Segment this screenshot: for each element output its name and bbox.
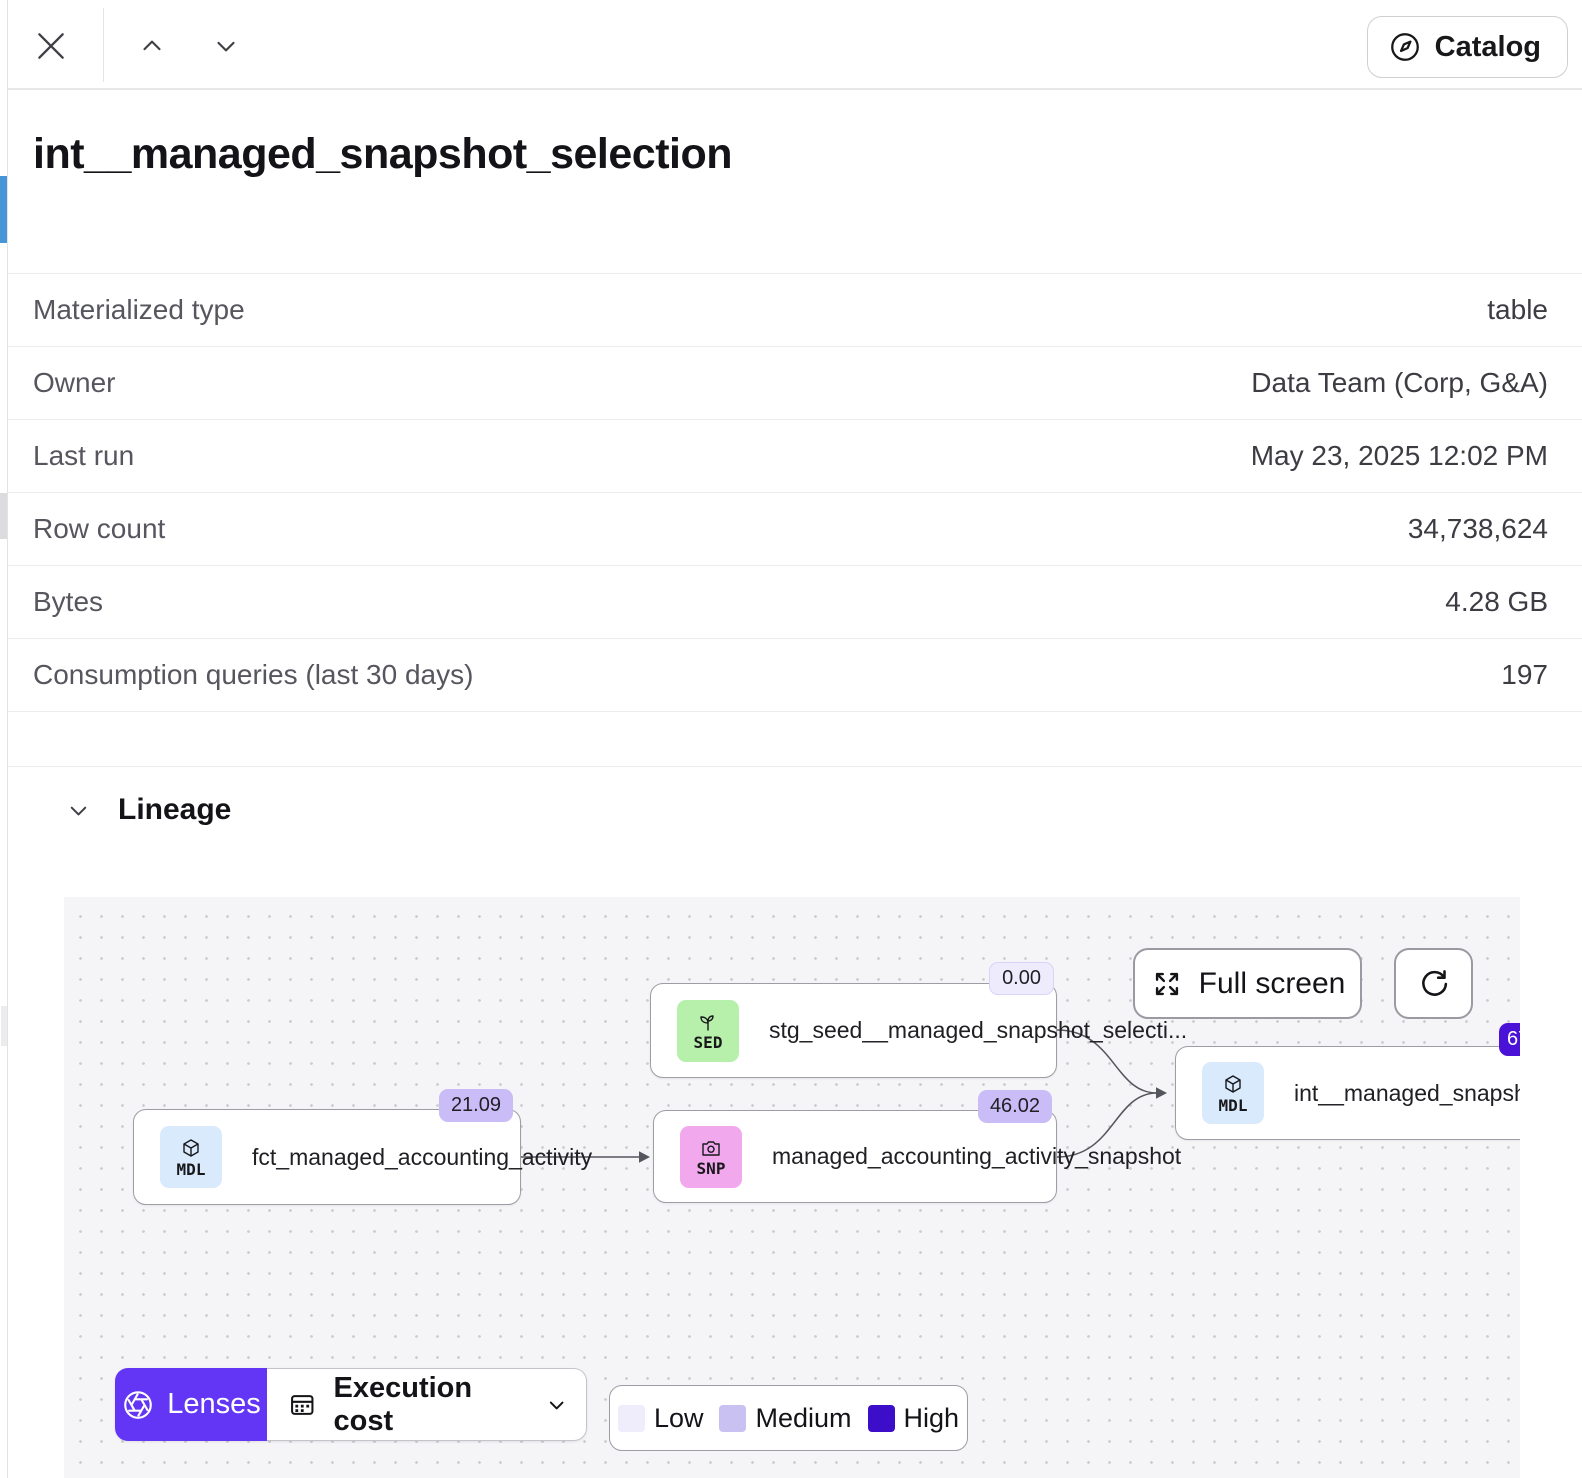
execution-cost-badge: 46.02 (978, 1090, 1052, 1123)
collapse-chevron-icon (65, 797, 92, 824)
metadata-row: Materialized type table (8, 274, 1582, 347)
lenses-button[interactable]: Lenses (115, 1368, 267, 1441)
underlay-gray-bar (1, 1006, 7, 1046)
metadata-row: Bytes 4.28 GB (8, 566, 1582, 639)
metadata-row: Row count 34,738,624 (8, 493, 1582, 566)
metadata-value: Data Team (Corp, G&A) (1251, 367, 1548, 399)
snapshot-type-chip: SNP (680, 1126, 742, 1188)
model-type-chip: MDL (1202, 1062, 1264, 1124)
legend-swatch-medium (719, 1405, 746, 1432)
previous-item-button[interactable] (130, 26, 174, 66)
execution-cost-badge: 0.00 (989, 962, 1054, 995)
execution-cost-badge: 67 (1499, 1023, 1520, 1056)
cost-legend: Low Medium High (609, 1385, 968, 1451)
metadata-label: Last run (33, 440, 134, 472)
title-section: int__managed_snapshot_selection (8, 90, 1582, 273)
metadata-value: 4.28 GB (1445, 586, 1548, 618)
lineage-node-managed-accounting-activity-snapshot[interactable]: 46.02 SNP managed_accounting_activity_sn… (653, 1110, 1057, 1203)
metadata-value: 34,738,624 (1408, 513, 1548, 545)
legend-label: Medium (755, 1403, 851, 1434)
fullscreen-button[interactable]: Full screen (1133, 948, 1362, 1019)
legend-swatch-high (868, 1405, 895, 1432)
metadata-value: May 23, 2025 12:02 PM (1251, 440, 1548, 472)
legend-item-low: Low (618, 1403, 704, 1434)
node-type-label: MDL (177, 1162, 206, 1178)
seed-type-chip: SED (677, 1000, 739, 1062)
node-label: int__managed_snapshot_selection (1294, 1080, 1520, 1107)
sprout-icon (696, 1010, 720, 1034)
chevron-down-icon (545, 1392, 568, 1418)
page-title: int__managed_snapshot_selection (33, 130, 1557, 179)
underlay-gray-bar (0, 493, 7, 539)
catalog-button-label: Catalog (1435, 31, 1541, 64)
lens-selected-label: Execution cost (334, 1372, 519, 1438)
lineage-section-title: Lineage (118, 793, 231, 827)
lineage-node-stg-seed-managed-snapshot-selection[interactable]: 0.00 SED stg_seed__managed_snapshot_sele… (650, 983, 1057, 1078)
metadata-label: Row count (33, 513, 165, 545)
metadata-value: 197 (1501, 659, 1548, 691)
model-type-chip: MDL (160, 1126, 222, 1188)
table-grid-icon (287, 1388, 318, 1422)
close-icon (31, 26, 71, 66)
node-type-label: MDL (1219, 1098, 1248, 1114)
topbar-divider (103, 8, 104, 82)
underlay-blue-bar (0, 176, 7, 243)
metadata-table: Materialized type table Owner Data Team … (8, 273, 1582, 712)
metadata-label: Owner (33, 367, 115, 399)
top-bar: Catalog (8, 0, 1582, 90)
lens-type-select[interactable]: Execution cost (267, 1368, 587, 1441)
cube-icon (179, 1137, 203, 1161)
lenses-button-label: Lenses (167, 1388, 261, 1421)
catalog-detail-page: Catalog int__managed_snapshot_selection … (0, 0, 1582, 1478)
metadata-row: Owner Data Team (Corp, G&A) (8, 347, 1582, 420)
refresh-icon (1416, 966, 1452, 1002)
chevron-up-icon (137, 31, 167, 61)
execution-cost-badge: 21.09 (439, 1089, 513, 1122)
metadata-value: table (1487, 294, 1548, 326)
metadata-label: Materialized type (33, 294, 245, 326)
catalog-button[interactable]: Catalog (1367, 16, 1568, 78)
legend-label: Low (654, 1403, 704, 1434)
node-type-label: SED (694, 1035, 723, 1051)
expand-icon (1150, 967, 1184, 1001)
node-type-label: SNP (697, 1161, 726, 1177)
legend-label: High (904, 1403, 960, 1434)
next-item-button[interactable] (204, 26, 248, 66)
node-label: stg_seed__managed_snapshot_selecti... (769, 1017, 1187, 1044)
legend-item-high: High (868, 1403, 960, 1434)
section-divider (8, 766, 1582, 767)
metadata-row: Last run May 23, 2025 12:02 PM (8, 420, 1582, 493)
node-label: fct_managed_accounting_activity (252, 1144, 592, 1171)
close-button[interactable] (25, 20, 77, 72)
node-label: managed_accounting_activity_snapshot (772, 1143, 1181, 1170)
fullscreen-button-label: Full screen (1199, 967, 1346, 1001)
legend-item-medium: Medium (719, 1403, 851, 1434)
legend-swatch-low (618, 1405, 645, 1432)
lineage-node-fct-managed-accounting-activity[interactable]: 21.09 MDL fct_managed_accounting_activit… (133, 1109, 521, 1205)
compass-icon (1388, 30, 1422, 64)
refresh-button[interactable] (1394, 948, 1473, 1019)
metadata-row: Consumption queries (last 30 days) 197 (8, 639, 1582, 712)
camera-icon (699, 1136, 723, 1160)
lenses-control: Lenses Execution cost (115, 1368, 587, 1441)
detail-panel: Catalog int__managed_snapshot_selection … (8, 0, 1582, 1478)
cube-icon (1221, 1073, 1245, 1097)
lineage-graph-canvas[interactable]: 21.09 MDL fct_managed_accounting_activit… (64, 897, 1520, 1478)
lineage-section-toggle[interactable]: Lineage (65, 793, 1582, 827)
chevron-down-icon (211, 31, 241, 61)
metadata-label: Consumption queries (last 30 days) (33, 659, 473, 691)
underlying-page-edge (0, 0, 8, 1478)
aperture-icon (121, 1388, 155, 1422)
metadata-label: Bytes (33, 586, 103, 618)
lineage-node-int-managed-snapshot-selection[interactable]: 67 MDL int__managed_snapshot_selection (1175, 1046, 1520, 1140)
